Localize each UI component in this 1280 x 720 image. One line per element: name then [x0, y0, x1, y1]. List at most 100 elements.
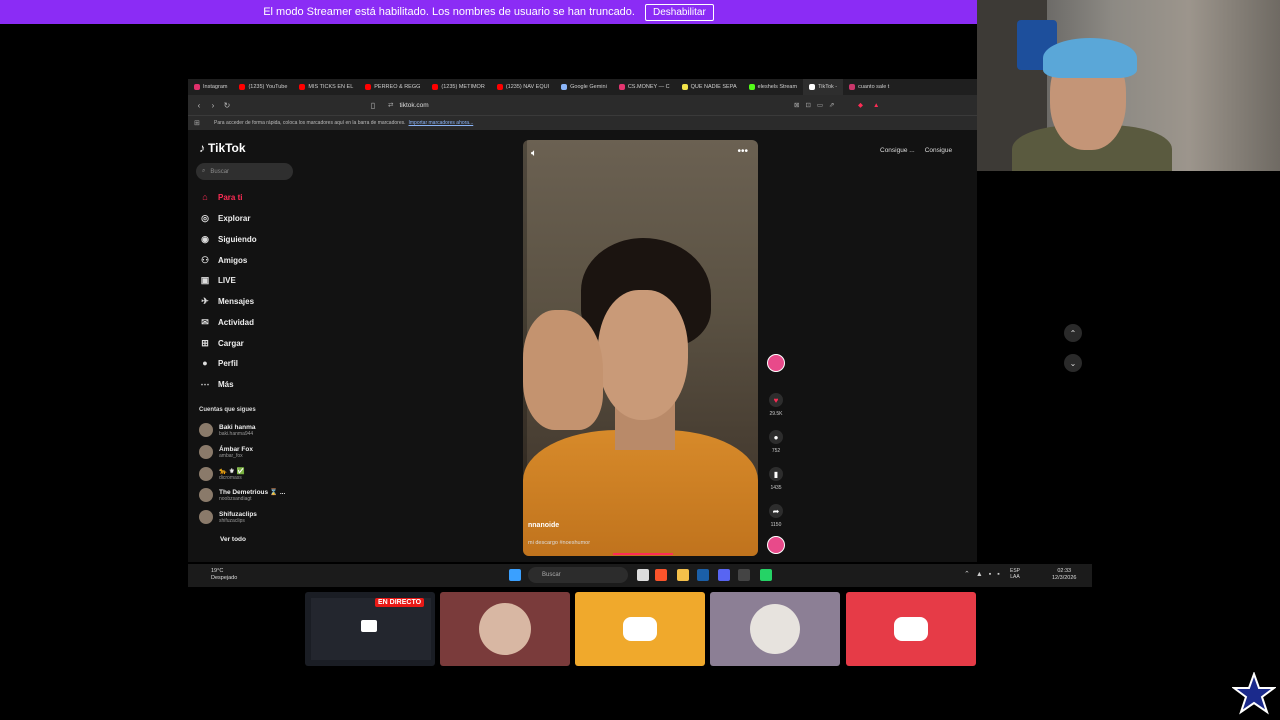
following-account[interactable]: Ámbar Fox ambar_fox [199, 445, 253, 459]
sidebar-item-activity[interactable]: ✉ Actividad [199, 316, 254, 328]
apps-grid-icon[interactable]: ⊞ [194, 119, 200, 127]
browser-tab[interactable]: TikTok - [803, 79, 844, 95]
following-account[interactable]: 🐆 ⚜ ✅ dicromass [199, 467, 245, 481]
browser-tab[interactable]: eleshels Stream [743, 79, 803, 95]
get-app-button-2[interactable]: Consigue [925, 147, 952, 154]
browser-tab[interactable]: Instagram [188, 79, 233, 95]
brave-browser-icon[interactable] [655, 569, 667, 581]
sidebar-item-following[interactable]: ◉ Siguiendo [199, 233, 257, 245]
sidebar-item-more[interactable]: ⋯ Más [199, 378, 234, 390]
participant-tile-3[interactable] [710, 592, 840, 666]
browser-tab[interactable]: MIS TICKS EN EL [293, 79, 359, 95]
browser-tab[interactable]: QUE NADIE SEPA [676, 79, 743, 95]
browser-tab[interactable]: (1235) NAV EQUI [491, 79, 555, 95]
browser-tab[interactable]: PERREO & REGG [359, 79, 426, 95]
obs-icon[interactable] [738, 569, 750, 581]
reload-icon[interactable]: ↻ [220, 101, 234, 110]
extension-icons[interactable]: ⊠⊡▭⇗ [794, 101, 840, 109]
forward-icon[interactable]: › [206, 101, 220, 110]
cat-avatar [750, 604, 800, 654]
sidebar-item-compass[interactable]: ◎ Explorar [199, 212, 250, 224]
get-app-button-1[interactable]: Consigue ... [880, 147, 915, 154]
sound-avatar[interactable] [767, 536, 785, 554]
tab-label: MIS TICKS EN EL [308, 84, 354, 90]
whatsapp-icon[interactable] [760, 569, 772, 581]
browser-tab[interactable]: cuanto sale t [843, 79, 895, 95]
weather-widget[interactable]: 19°C Despejado [197, 568, 237, 582]
video-hand-shape [523, 310, 603, 430]
search-input[interactable]: ⌕ Buscar [196, 163, 293, 180]
sidebar-item-label: Cargar [218, 338, 244, 348]
tab-favicon-icon [239, 84, 246, 90]
like-button[interactable]: ♥ 29.5K [767, 393, 785, 417]
windows-start-icon[interactable] [509, 569, 521, 581]
volume-icon[interactable]: 🔈︎ [531, 148, 537, 159]
steam-icon[interactable] [697, 569, 709, 581]
disable-streamer-button[interactable]: Deshabilitar [644, 3, 714, 21]
comment-button[interactable]: ● 752 [767, 430, 785, 454]
taskbar-clock[interactable]: 02:33 12/3/2026 [1052, 568, 1076, 582]
tab-favicon-icon [365, 84, 372, 90]
back-icon[interactable]: ‹ [192, 101, 206, 110]
browser-tab[interactable]: (1235) METIMOR [426, 79, 490, 95]
browser-tab[interactable]: Google Gemini [555, 79, 613, 95]
comment-icon: ● [769, 430, 783, 444]
more-options-icon[interactable]: ••• [737, 146, 748, 157]
sidebar-item-profile[interactable]: ● Perfil [199, 357, 238, 369]
creator-avatar[interactable] [767, 354, 785, 372]
browser-tab[interactable]: (1235) YouTube [233, 79, 293, 95]
language-indicator[interactable]: ESP LAA [1010, 568, 1020, 580]
bookmark-icon[interactable]: ▯ [366, 101, 380, 110]
following-account[interactable]: Baki hanma baki.hanma944 [199, 423, 256, 437]
discord-icon[interactable] [718, 569, 730, 581]
tab-favicon-icon [618, 84, 625, 90]
task-view-icon[interactable] [637, 569, 649, 581]
sidebar-item-upload[interactable]: ⊞ Cargar [199, 337, 244, 349]
previous-video-button[interactable]: ⌃ [1064, 324, 1082, 342]
file-explorer-icon[interactable] [677, 569, 689, 581]
tab-label: Google Gemini [570, 84, 607, 90]
activity-icon: ✉ [201, 316, 209, 327]
following-title: Cuentas que sigues [199, 407, 256, 413]
video-progress-bar[interactable] [613, 553, 673, 555]
participant-tile-4[interactable] [846, 592, 976, 666]
more-icon: ⋯ [200, 378, 210, 389]
brave-shield-icon[interactable]: ◆ [858, 101, 863, 109]
streamer-mode-banner: El modo Streamer está habilitado. Los no… [0, 0, 977, 24]
video-player[interactable]: 🔈︎ ••• nnanoide mi descargo #noeshumor [523, 140, 758, 556]
live-badge: EN DIRECTO [375, 598, 425, 607]
import-bookmarks-link[interactable]: Importar marcadores ahora... [409, 120, 474, 126]
sidebar-item-messages[interactable]: ✈ Mensajes [199, 295, 254, 307]
tab-favicon-icon [432, 84, 439, 90]
screen-share-icon [361, 620, 377, 632]
participant-tile-1[interactable] [440, 592, 570, 666]
participant-tile-2[interactable] [575, 592, 705, 666]
weather-desc: Despejado [211, 575, 238, 581]
browser-tab[interactable]: CS.MONEY — C [613, 79, 676, 95]
save-button[interactable]: ▮ 1435 [767, 467, 785, 491]
url-field[interactable]: tiktok.com [399, 102, 428, 109]
see-all-link[interactable]: Ver todo [220, 536, 246, 543]
system-tray-icons[interactable]: ⌃▲▪▪ [964, 570, 1006, 578]
tiktok-logo[interactable]: ♪ TikTok [199, 141, 246, 155]
tab-label: TikTok - [818, 84, 838, 90]
chevron-up-icon: ⌃ [1069, 328, 1077, 338]
following-account[interactable]: The Demetrious ⌛ ... noobzsandiagt [199, 488, 285, 502]
account-handle: ambar_fox [219, 452, 243, 459]
sidebar-item-home[interactable]: ⌂ Para ti [199, 191, 242, 203]
video-username[interactable]: nnanoide [528, 522, 559, 529]
taskbar-search-placeholder: Buscar [542, 572, 561, 578]
share-button[interactable]: ➦ 1150 [767, 504, 785, 528]
brave-rewards-icon[interactable]: ▲ [873, 102, 879, 109]
sidebar-item-friends[interactable]: ⚇ Amigos [199, 254, 247, 266]
sidebar-item-label: Actividad [218, 317, 255, 327]
account-name: Shifuzaclips [219, 510, 257, 518]
upload-icon: ⊞ [201, 337, 209, 348]
next-video-button[interactable]: ⌄ [1064, 354, 1082, 372]
bookmarks-bar: ⊞ Para acceder de forma rápida, coloca l… [188, 115, 977, 130]
taskbar-search[interactable]: Buscar [528, 567, 628, 583]
site-info-icon[interactable]: ⇄ [388, 101, 393, 109]
following-account[interactable]: Shifuzaclips shifuzaclips [199, 510, 257, 524]
tab-label: Instagram [203, 84, 228, 90]
sidebar-item-live[interactable]: ▣ LIVE [199, 274, 236, 286]
